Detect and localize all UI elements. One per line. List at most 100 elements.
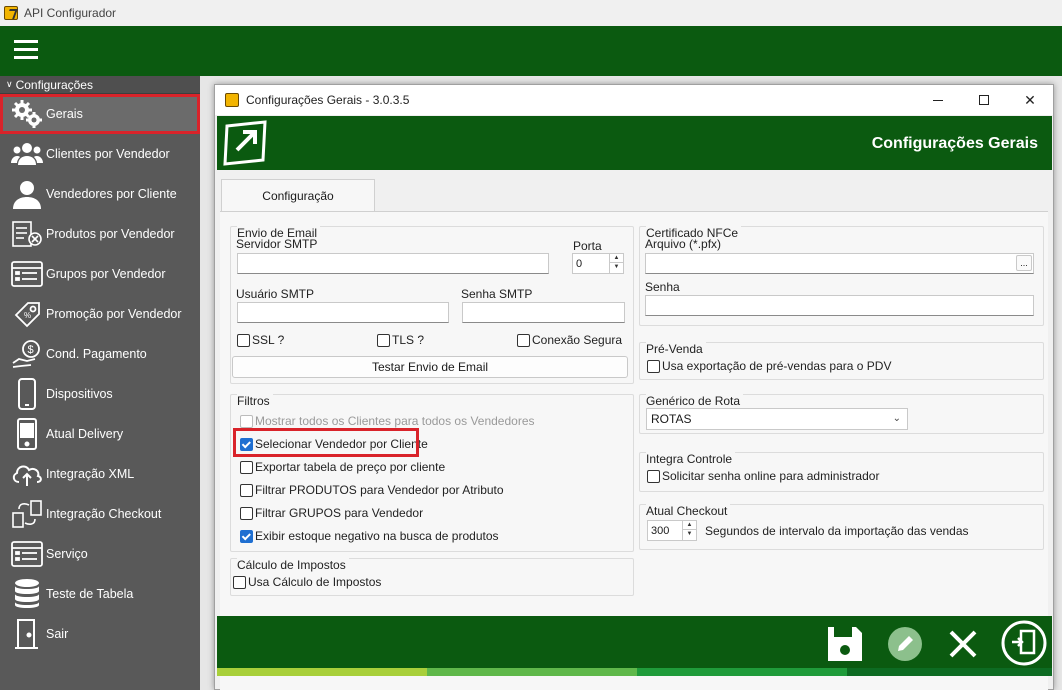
tls-checkbox[interactable]: TLS ?	[377, 333, 424, 347]
sidebar-item-gerais[interactable]: Gerais	[0, 94, 200, 134]
sidebar-item-servico[interactable]: Serviço	[0, 534, 200, 574]
filter-label: Filtrar PRODUTOS para Vendedor por Atrib…	[255, 483, 504, 497]
test-email-button[interactable]: Testar Envio de Email	[232, 356, 628, 378]
checkout-group-label: Atual Checkout	[646, 504, 731, 518]
checkbox-box	[233, 575, 246, 589]
footer-color-strip	[217, 668, 1052, 676]
tablet-icon	[10, 417, 44, 451]
negative-stock-checkbox[interactable]: Exibir estoque negativo na busca de prod…	[240, 529, 499, 543]
filter-groups-checkbox[interactable]: Filtrar GRUPOS para Vendedor	[240, 506, 423, 520]
brand-logo-icon	[223, 120, 267, 166]
checkbox-box	[240, 529, 253, 543]
route-group-label: Genérico de Rota	[646, 394, 744, 408]
filter-products-checkbox[interactable]: Filtrar PRODUTOS para Vendedor por Atrib…	[240, 483, 504, 497]
presale-export-label: Usa exportação de pré-vendas para o PDV	[662, 359, 892, 373]
save-button[interactable]	[825, 624, 865, 664]
secure-connection-checkbox[interactable]: Conexão Segura	[517, 333, 622, 347]
checkbox-box	[647, 469, 660, 483]
nfce-password-input[interactable]	[645, 295, 1034, 316]
banner-title: Configurações Gerais	[871, 135, 1038, 152]
filters-group: Filtros Mostrar todos os Clientes para t…	[230, 394, 634, 552]
sidebar-item-promocao-por-vendedor[interactable]: % Promoção por Vendedor	[0, 294, 200, 334]
sidebar-item-atual-delivery[interactable]: Atual Delivery	[0, 414, 200, 454]
sidebar-item-vendedores-por-cliente[interactable]: Vendedores por Cliente	[0, 174, 200, 214]
port-stepper[interactable]: 0 ▲ ▼	[572, 253, 624, 274]
sidebar-section-label: Configurações	[15, 77, 93, 92]
browse-file-button[interactable]: ...	[1016, 255, 1032, 271]
smtp-user-input[interactable]	[237, 302, 449, 323]
ssl-label: SSL ?	[252, 333, 285, 347]
minimize-button[interactable]	[915, 85, 961, 115]
sidebar-item-label: Integração Checkout	[46, 507, 162, 521]
spin-down-icon[interactable]: ▼	[610, 263, 623, 272]
exit-button[interactable]	[1001, 620, 1047, 666]
sidebar-item-grupos-por-vendedor[interactable]: Grupos por Vendedor	[0, 254, 200, 294]
maximize-button[interactable]	[961, 85, 1007, 115]
online-password-label: Solicitar senha online para administrado…	[662, 469, 880, 483]
spin-down-icon[interactable]: ▼	[683, 530, 696, 539]
taxes-group: Cálculo de Impostos Usa Cálculo de Impos…	[230, 558, 634, 596]
highlight-box	[233, 428, 419, 457]
save-icon	[828, 627, 862, 661]
close-window-button[interactable]: ✕	[1007, 85, 1053, 115]
sidebar-section-header[interactable]: ∨ Configurações	[0, 76, 200, 94]
checkbox-box	[240, 414, 253, 428]
use-tax-calc-checkbox[interactable]: Usa Cálculo de Impostos	[233, 575, 381, 589]
edit-button[interactable]	[885, 624, 925, 664]
sidebar-item-label: Vendedores por Cliente	[46, 187, 177, 201]
cloud-upload-icon	[10, 457, 44, 491]
sidebar-item-label: Integração XML	[46, 467, 135, 481]
smtp-server-label: Servidor SMTP	[236, 237, 318, 251]
sidebar-item-produtos-por-vendedor[interactable]: Produtos por Vendedor	[0, 214, 200, 254]
email-group: Envio de Email Servidor SMTP Porta 0 ▲ ▼ …	[230, 226, 634, 384]
smtp-password-input[interactable]	[462, 302, 625, 323]
tab-configuracao[interactable]: Configuração	[221, 179, 375, 212]
checkout-interval-value: 300	[651, 524, 670, 537]
dialog-banner: Configurações Gerais	[217, 116, 1052, 170]
export-price-table-checkbox[interactable]: Exportar tabela de preço por cliente	[240, 460, 445, 474]
dialog-title: Configurações Gerais - 3.0.3.5	[246, 93, 410, 107]
presale-group-label: Pré-Venda	[646, 342, 706, 356]
sidebar-item-sair[interactable]: Sair	[0, 614, 200, 654]
spin-up-icon[interactable]: ▲	[683, 521, 696, 530]
sidebar-item-label: Grupos por Vendedor	[46, 267, 166, 281]
tls-label: TLS ?	[392, 333, 425, 347]
ssl-checkbox[interactable]: SSL ?	[237, 333, 284, 347]
sidebar-item-teste-de-tabela[interactable]: Teste de Tabela	[0, 574, 200, 614]
hamburger-menu-icon[interactable]	[14, 40, 38, 60]
svg-text:%: %	[24, 311, 31, 320]
cancel-button[interactable]	[943, 624, 983, 664]
checkbox-box	[240, 483, 253, 497]
sidebar-item-dispositivos[interactable]: Dispositivos	[0, 374, 200, 414]
sidebar-item-clientes-por-vendedor[interactable]: Clientes por Vendedor	[0, 134, 200, 174]
checkbox-box	[240, 460, 253, 474]
checkbox-box	[517, 333, 530, 347]
transfer-icon	[10, 497, 44, 531]
user-icon	[10, 177, 44, 211]
sidebar-item-integracao-xml[interactable]: Integração XML	[0, 454, 200, 494]
app-logo-icon	[225, 93, 239, 107]
sidebar-item-label: Serviço	[46, 547, 88, 561]
maximize-icon	[979, 95, 989, 105]
dialog-footer-toolbar	[217, 616, 1052, 668]
show-all-clients-checkbox[interactable]: Mostrar todos os Clientes para todos os …	[240, 414, 535, 428]
pfx-file-input[interactable]	[645, 253, 1034, 274]
checkout-interval-stepper[interactable]: 300 ▲ ▼	[647, 520, 697, 541]
port-value: 0	[576, 257, 583, 270]
spin-up-icon[interactable]: ▲	[610, 254, 623, 263]
integra-group: Integra Controle Solicitar senha online …	[639, 452, 1044, 492]
sidebar-item-label: Teste de Tabela	[46, 587, 134, 601]
minimize-icon	[933, 99, 943, 101]
nfce-password-label: Senha	[645, 280, 680, 294]
color-strip-segment	[217, 668, 427, 676]
route-select[interactable]: ROTAS ⌄	[646, 408, 908, 430]
presale-export-checkbox[interactable]: Usa exportação de pré-vendas para o PDV	[647, 359, 891, 373]
smtp-server-input[interactable]	[237, 253, 549, 274]
sidebar-item-cond-pagamento[interactable]: $ Cond. Pagamento	[0, 334, 200, 374]
group-list-icon	[10, 257, 44, 291]
online-password-checkbox[interactable]: Solicitar senha online para administrado…	[647, 469, 879, 483]
route-group: Genérico de Rota ROTAS ⌄	[639, 394, 1044, 434]
sidebar-item-integracao-checkout[interactable]: Integração Checkout	[0, 494, 200, 534]
smtp-password-label: Senha SMTP	[461, 287, 533, 301]
filter-label: Exportar tabela de preço por cliente	[255, 460, 446, 474]
